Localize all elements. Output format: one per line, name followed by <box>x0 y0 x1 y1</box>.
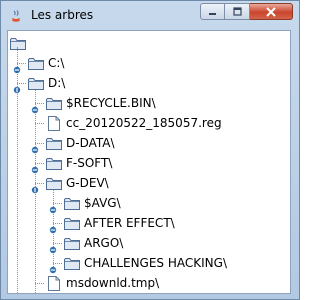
app-window: Les arbres C:\ D:\ $RECYCLE.BIN\ cc_201205 <box>0 0 300 300</box>
folder-icon <box>64 257 80 270</box>
tree-item-label: $AVG\ <box>84 196 121 210</box>
tree-folder-item[interactable]: AFTER EFFECT\ <box>64 213 175 233</box>
tree-root[interactable] <box>10 33 30 53</box>
tree-item-label: $RECYCLE.BIN\ <box>66 96 156 110</box>
close-icon <box>266 6 276 17</box>
tree-item-label: msdownld.tmp\ <box>66 276 160 290</box>
tree-folder-item[interactable]: ARGO\ <box>64 233 123 253</box>
tree-folder-item[interactable]: C:\ <box>28 53 64 73</box>
tree-folder-item[interactable]: PROGRAMMES\ <box>46 293 156 294</box>
window-title: Les arbres <box>31 8 94 22</box>
title-bar[interactable]: Les arbres <box>1 1 299 31</box>
tree-file-item[interactable]: msdownld.tmp\ <box>46 273 159 293</box>
tree-folder-item[interactable]: D:\ <box>28 73 65 93</box>
tree-item-label: C:\ <box>48 56 65 70</box>
expand-handle-icon[interactable] <box>31 99 39 114</box>
tree-folder-item[interactable]: CHALLENGES HACKING\ <box>64 253 227 273</box>
expand-handle-icon[interactable] <box>49 259 57 274</box>
file-tree[interactable]: C:\ D:\ $RECYCLE.BIN\ cc_20120522_185057.re… <box>8 31 290 293</box>
folder-icon <box>46 97 62 110</box>
tree-item-label: G-DEV\ <box>66 176 109 190</box>
minimize-button[interactable] <box>200 3 225 20</box>
tree-folder-item[interactable]: $RECYCLE.BIN\ <box>46 93 156 113</box>
tree-folder-item[interactable]: F-SOFT\ <box>46 153 112 173</box>
expand-handle-icon[interactable] <box>13 59 21 74</box>
expand-handle-icon[interactable] <box>49 199 57 214</box>
expand-handle-icon[interactable] <box>31 159 39 174</box>
tree-item-label: F-SOFT\ <box>66 156 113 170</box>
expand-handle-icon[interactable] <box>49 219 57 234</box>
maximize-icon <box>232 7 242 16</box>
tree-connector-line <box>35 123 44 124</box>
java-app-icon <box>9 8 23 22</box>
expand-handle-icon[interactable] <box>49 239 57 254</box>
folder-icon <box>46 177 62 190</box>
tree-item-label: ARGO\ <box>84 236 124 250</box>
folder-icon <box>46 157 62 170</box>
expand-handle-icon[interactable] <box>31 139 39 154</box>
collapse-handle-icon[interactable] <box>31 179 39 194</box>
folder-icon <box>10 37 26 50</box>
folder-icon <box>46 137 62 150</box>
tree-item-label: CHALLENGES HACKING\ <box>84 256 227 270</box>
collapse-handle-icon[interactable] <box>13 79 21 94</box>
tree-connector-line <box>35 283 44 284</box>
close-button[interactable] <box>250 3 293 20</box>
folder-icon <box>64 217 80 230</box>
maximize-button[interactable] <box>225 3 250 20</box>
tree-file-item[interactable]: cc_20120522_185057.reg <box>46 113 222 133</box>
tree-folder-item[interactable]: $AVG\ <box>64 193 121 213</box>
tree-panel[interactable]: C:\ D:\ $RECYCLE.BIN\ cc_20120522_185057.re… <box>7 30 291 294</box>
minimize-icon <box>209 13 216 15</box>
folder-icon <box>64 237 80 250</box>
folder-icon <box>28 77 44 90</box>
tree-folder-item[interactable]: D-DATA\ <box>46 133 115 153</box>
file-icon <box>48 115 60 131</box>
tree-item-label: AFTER EFFECT\ <box>84 216 175 230</box>
tree-item-label: D-DATA\ <box>66 136 115 150</box>
file-icon <box>48 275 60 291</box>
folder-icon <box>28 57 44 70</box>
tree-item-label: D:\ <box>48 76 66 90</box>
folder-icon <box>64 197 80 210</box>
tree-folder-item[interactable]: G-DEV\ <box>46 173 109 193</box>
window-controls <box>200 3 293 20</box>
tree-item-label: cc_20120522_185057.reg <box>66 116 222 130</box>
